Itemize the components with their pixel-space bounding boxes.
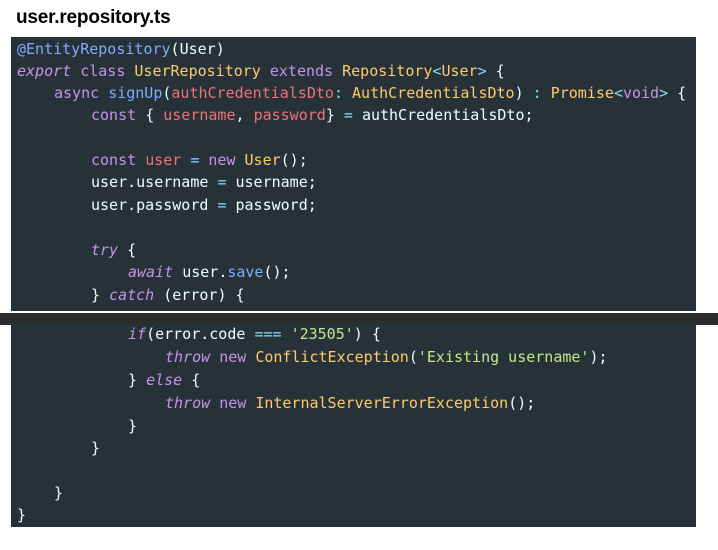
conflict-exception: ConflictException <box>255 348 409 366</box>
return-type: Promise <box>550 84 614 102</box>
code-line-7: user.username = username; <box>91 173 317 191</box>
file-title: user.repository.ts <box>16 7 171 28</box>
try-keyword: try <box>91 241 119 259</box>
code-line-4: const { username, password} = authCreden… <box>91 106 534 124</box>
method-name: signUp <box>108 84 163 102</box>
class-name: UserRepository <box>134 62 261 80</box>
code-line-1: @EntityRepository(User) <box>17 40 225 58</box>
export-keyword: export <box>17 62 72 80</box>
user-var: user <box>145 151 182 169</box>
code-line-2: export class UserRepository extends Repo… <box>17 62 505 80</box>
code-line-18: } <box>91 439 101 457</box>
const-keyword: const <box>91 106 137 124</box>
error-code-value: '23505' <box>290 325 354 343</box>
param-name: authCredentialsDto <box>171 84 334 102</box>
extends-keyword: extends <box>269 62 334 80</box>
return-generic: void <box>622 84 660 102</box>
base-class: Repository <box>342 62 433 80</box>
code-line-6: const user = new User(); <box>91 151 308 169</box>
error-param: error <box>172 286 218 304</box>
code-line-8: user.password = password; <box>91 196 317 214</box>
new-keyword: new <box>219 394 247 412</box>
if-keyword: if <box>128 325 147 343</box>
assign-password-target: user.password <box>91 196 209 214</box>
internal-exception: InternalServerErrorException <box>255 394 509 412</box>
catch-keyword: catch <box>109 286 155 304</box>
await-keyword: await <box>128 263 174 281</box>
async-keyword: async <box>54 84 100 102</box>
code-line-15: } else { <box>128 371 201 389</box>
decorator-arg: User <box>179 40 216 58</box>
save-object: user <box>182 263 219 281</box>
throw-keyword: throw <box>165 394 211 412</box>
code-line-17: } <box>128 417 138 435</box>
save-method: save <box>227 263 264 281</box>
assign-username-value: username <box>235 173 308 191</box>
strict-equality: === <box>254 325 282 343</box>
decorator: @EntityRepository <box>17 40 171 58</box>
code-line-20: } <box>54 484 64 502</box>
code-line-10: try { <box>91 241 137 259</box>
error-code-expr: error.code <box>155 325 246 343</box>
code-line-11: await user.save(); <box>128 263 291 281</box>
base-generic: User <box>441 62 478 80</box>
code-line-13: if(error.code === '23505') { <box>128 325 381 343</box>
new-keyword: new <box>219 348 247 366</box>
code-line-3: async signUp(authCredentialsDto: AuthCre… <box>54 84 687 102</box>
throw-keyword: throw <box>165 348 211 366</box>
new-keyword: new <box>208 151 236 169</box>
const-keyword: const <box>91 151 137 169</box>
destruct-password: password <box>253 106 326 124</box>
assign-username-target: user.username <box>91 173 209 191</box>
destruct-source: authCredentialsDto <box>361 106 525 124</box>
code-line-21: } <box>17 506 27 524</box>
else-keyword: else <box>146 371 183 389</box>
param-type: AuthCredentialsDto <box>352 84 515 102</box>
code-line-12: } catch (error) { <box>91 286 245 304</box>
user-class: User <box>244 151 281 169</box>
assign-password-value: password <box>235 196 308 214</box>
class-keyword: class <box>80 62 126 80</box>
code-editor-top: @EntityRepository(User) export class Use… <box>11 37 696 311</box>
code-line-14: throw new ConflictException('Existing us… <box>165 348 608 366</box>
code-line-16: throw new InternalServerErrorException()… <box>165 394 536 412</box>
conflict-message: 'Existing username' <box>417 348 590 366</box>
destruct-username: username <box>163 106 236 124</box>
code-editor-bottom: if(error.code === '23505') { throw new C… <box>11 323 696 527</box>
